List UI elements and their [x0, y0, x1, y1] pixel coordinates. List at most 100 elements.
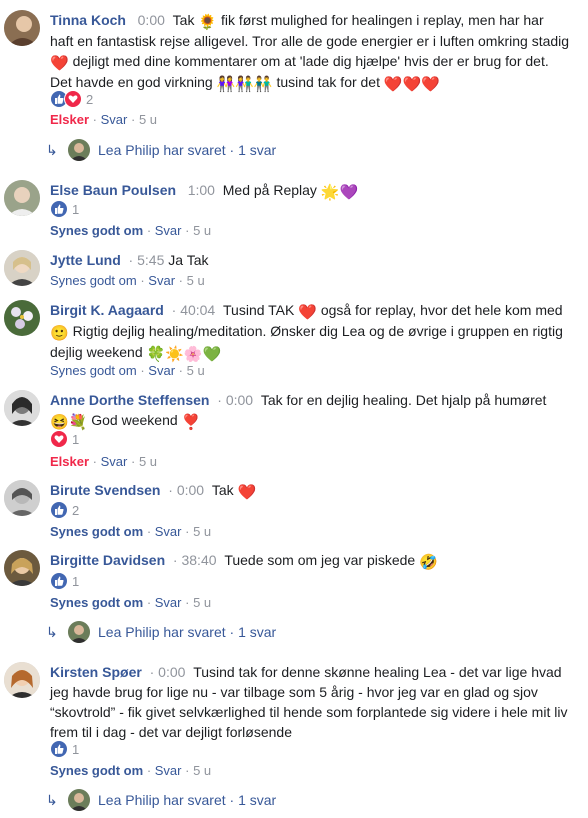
avatar[interactable] — [4, 180, 40, 216]
commenter-name[interactable]: Tinna Koch — [50, 12, 126, 28]
comment-age[interactable]: 5 u — [139, 112, 157, 127]
reply-button[interactable]: Svar — [155, 524, 182, 539]
commenter-name[interactable]: Jytte Lund — [50, 252, 121, 268]
separator: · — [130, 112, 139, 127]
avatar[interactable] — [4, 550, 40, 586]
reply-avatar — [68, 789, 90, 811]
reaction-summary[interactable]: 2 — [50, 501, 79, 519]
like-reaction-icon — [50, 200, 68, 218]
reply-button[interactable]: Svar — [148, 363, 175, 378]
like-button[interactable]: Synes godt om — [50, 763, 143, 778]
reply-summary-link[interactable]: Lea Philip har svaret · 1 svar — [98, 792, 276, 808]
separator: · — [130, 454, 139, 469]
comment-text: Tak 🌻 fik først mulighed for healingen i… — [50, 12, 570, 93]
comment-age[interactable]: 5 u — [187, 273, 205, 288]
comment-age[interactable]: 5 u — [187, 363, 205, 378]
separator: · — [146, 763, 155, 778]
video-timestamp[interactable]: 0:00 — [130, 12, 165, 28]
video-timestamp[interactable]: · 0:00 — [146, 664, 186, 680]
star-heart-emoji: 🌟💜 — [320, 184, 359, 201]
comment-age[interactable]: 5 u — [193, 763, 211, 778]
commenter-name[interactable]: Birute Svendsen — [50, 482, 160, 498]
reply-summary-link[interactable]: Lea Philip har svaret · 1 svar — [98, 142, 276, 158]
comment-actions: Synes godt om · Svar · 5 u — [50, 362, 205, 380]
avatar[interactable] — [4, 390, 40, 426]
like-reaction-icon — [50, 501, 68, 519]
reaction-summary[interactable]: 1 — [50, 572, 79, 590]
comment-text: Tuede som om jeg var piskede 🤣 — [224, 552, 438, 571]
separator: · — [185, 223, 194, 238]
separator: · — [146, 524, 155, 539]
love-button[interactable]: Elsker — [50, 112, 89, 127]
reply-button[interactable]: Svar — [155, 763, 182, 778]
reply-button[interactable]: Svar — [155, 223, 182, 238]
video-timestamp[interactable]: · 0:00 — [213, 392, 253, 408]
view-replies[interactable]: ↳ Lea Philip har svaret · 1 svar — [46, 138, 276, 162]
like-button[interactable]: Synes godt om — [50, 273, 137, 288]
commenter-name[interactable]: Anne Dorthe Steffensen — [50, 392, 209, 408]
separator: · — [185, 763, 194, 778]
commenter-name[interactable]: Birgitte Davidsen — [50, 552, 165, 568]
avatar[interactable] — [4, 300, 40, 336]
like-reaction-icon — [50, 740, 68, 758]
reaction-summary[interactable]: 1 — [50, 740, 79, 758]
video-timestamp[interactable]: · 38:40 — [169, 552, 217, 568]
reply-avatar — [68, 139, 90, 161]
avatar[interactable] — [4, 480, 40, 516]
reaction-count: 1 — [72, 573, 80, 589]
love-reaction-icon — [50, 430, 68, 448]
comment-text: Med på Replay 🌟💜 — [222, 182, 359, 201]
reaction-summary[interactable]: 1 — [50, 430, 79, 448]
video-timestamp[interactable]: 1:00 — [180, 182, 215, 198]
comment-age[interactable]: 5 u — [193, 223, 211, 238]
reply-arrow-icon: ↳ — [46, 623, 58, 640]
love-button[interactable]: Elsker — [50, 454, 89, 469]
comment-text: Tak ❤️ — [211, 482, 257, 501]
reply-summary-link[interactable]: Lea Philip har svaret · 1 svar — [98, 624, 276, 640]
like-button[interactable]: Synes godt om — [50, 524, 143, 539]
view-replies[interactable]: ↳ Lea Philip har svaret · 1 svar — [46, 788, 276, 812]
comment-actions: Synes godt om · Svar · 5 u — [50, 523, 211, 541]
view-replies[interactable]: ↳ Lea Philip har svaret · 1 svar — [46, 620, 276, 644]
clover-sun-flower-heart-emoji: 🍀☀️🌸💚 — [146, 346, 222, 363]
rofl-emoji: 🤣 — [419, 554, 438, 571]
reply-button[interactable]: Svar — [148, 273, 175, 288]
avatar[interactable] — [4, 10, 40, 46]
reaction-summary[interactable]: 2 — [50, 90, 93, 108]
commenter-name[interactable]: Kirsten Spøer — [50, 664, 142, 680]
commenter-name[interactable]: Else Baun Poulsen — [50, 182, 176, 198]
video-timestamp[interactable]: · 40:04 — [168, 302, 216, 318]
video-timestamp[interactable]: · 0:00 — [164, 482, 204, 498]
separator: · — [185, 595, 194, 610]
hearts-emoji: ❤️❤️❤️ — [383, 76, 440, 93]
reply-button[interactable]: Svar — [101, 454, 128, 469]
sunflower-emoji: 🌻 — [198, 14, 218, 31]
commenter-name[interactable]: Birgit K. Aagaard — [50, 302, 164, 318]
separator: · — [185, 524, 194, 539]
love-reaction-icon — [64, 90, 82, 108]
comment-age[interactable]: 5 u — [193, 595, 211, 610]
comment-age[interactable]: 5 u — [139, 454, 157, 469]
video-timestamp[interactable]: · 5:45 — [125, 252, 165, 268]
reaction-count: 1 — [72, 741, 80, 757]
heart-emoji: ❤️ — [50, 55, 69, 72]
like-button[interactable]: Synes godt om — [50, 363, 137, 378]
comment-age[interactable]: 5 u — [193, 524, 211, 539]
avatar[interactable] — [4, 250, 40, 286]
like-button[interactable]: Synes godt om — [50, 223, 143, 238]
like-reaction-icon — [50, 572, 68, 590]
heart-emoji: ❤️ — [298, 304, 317, 321]
comment-text: Ja Tak — [168, 252, 209, 268]
reply-button[interactable]: Svar — [101, 112, 128, 127]
heart-exclamation-emoji: ❣️ — [181, 414, 201, 431]
smile-emoji: 🙂 — [50, 325, 69, 342]
comment-actions: Synes godt om · Svar · 5 u — [50, 222, 211, 240]
like-button[interactable]: Synes godt om — [50, 595, 143, 610]
reaction-count: 2 — [72, 502, 80, 518]
avatar[interactable] — [4, 662, 40, 698]
reply-button[interactable]: Svar — [155, 595, 182, 610]
separator: · — [178, 273, 187, 288]
reply-arrow-icon: ↳ — [46, 141, 58, 158]
comment-actions: Synes godt om · Svar · 5 u — [50, 272, 205, 290]
reaction-summary[interactable]: 1 — [50, 200, 79, 218]
